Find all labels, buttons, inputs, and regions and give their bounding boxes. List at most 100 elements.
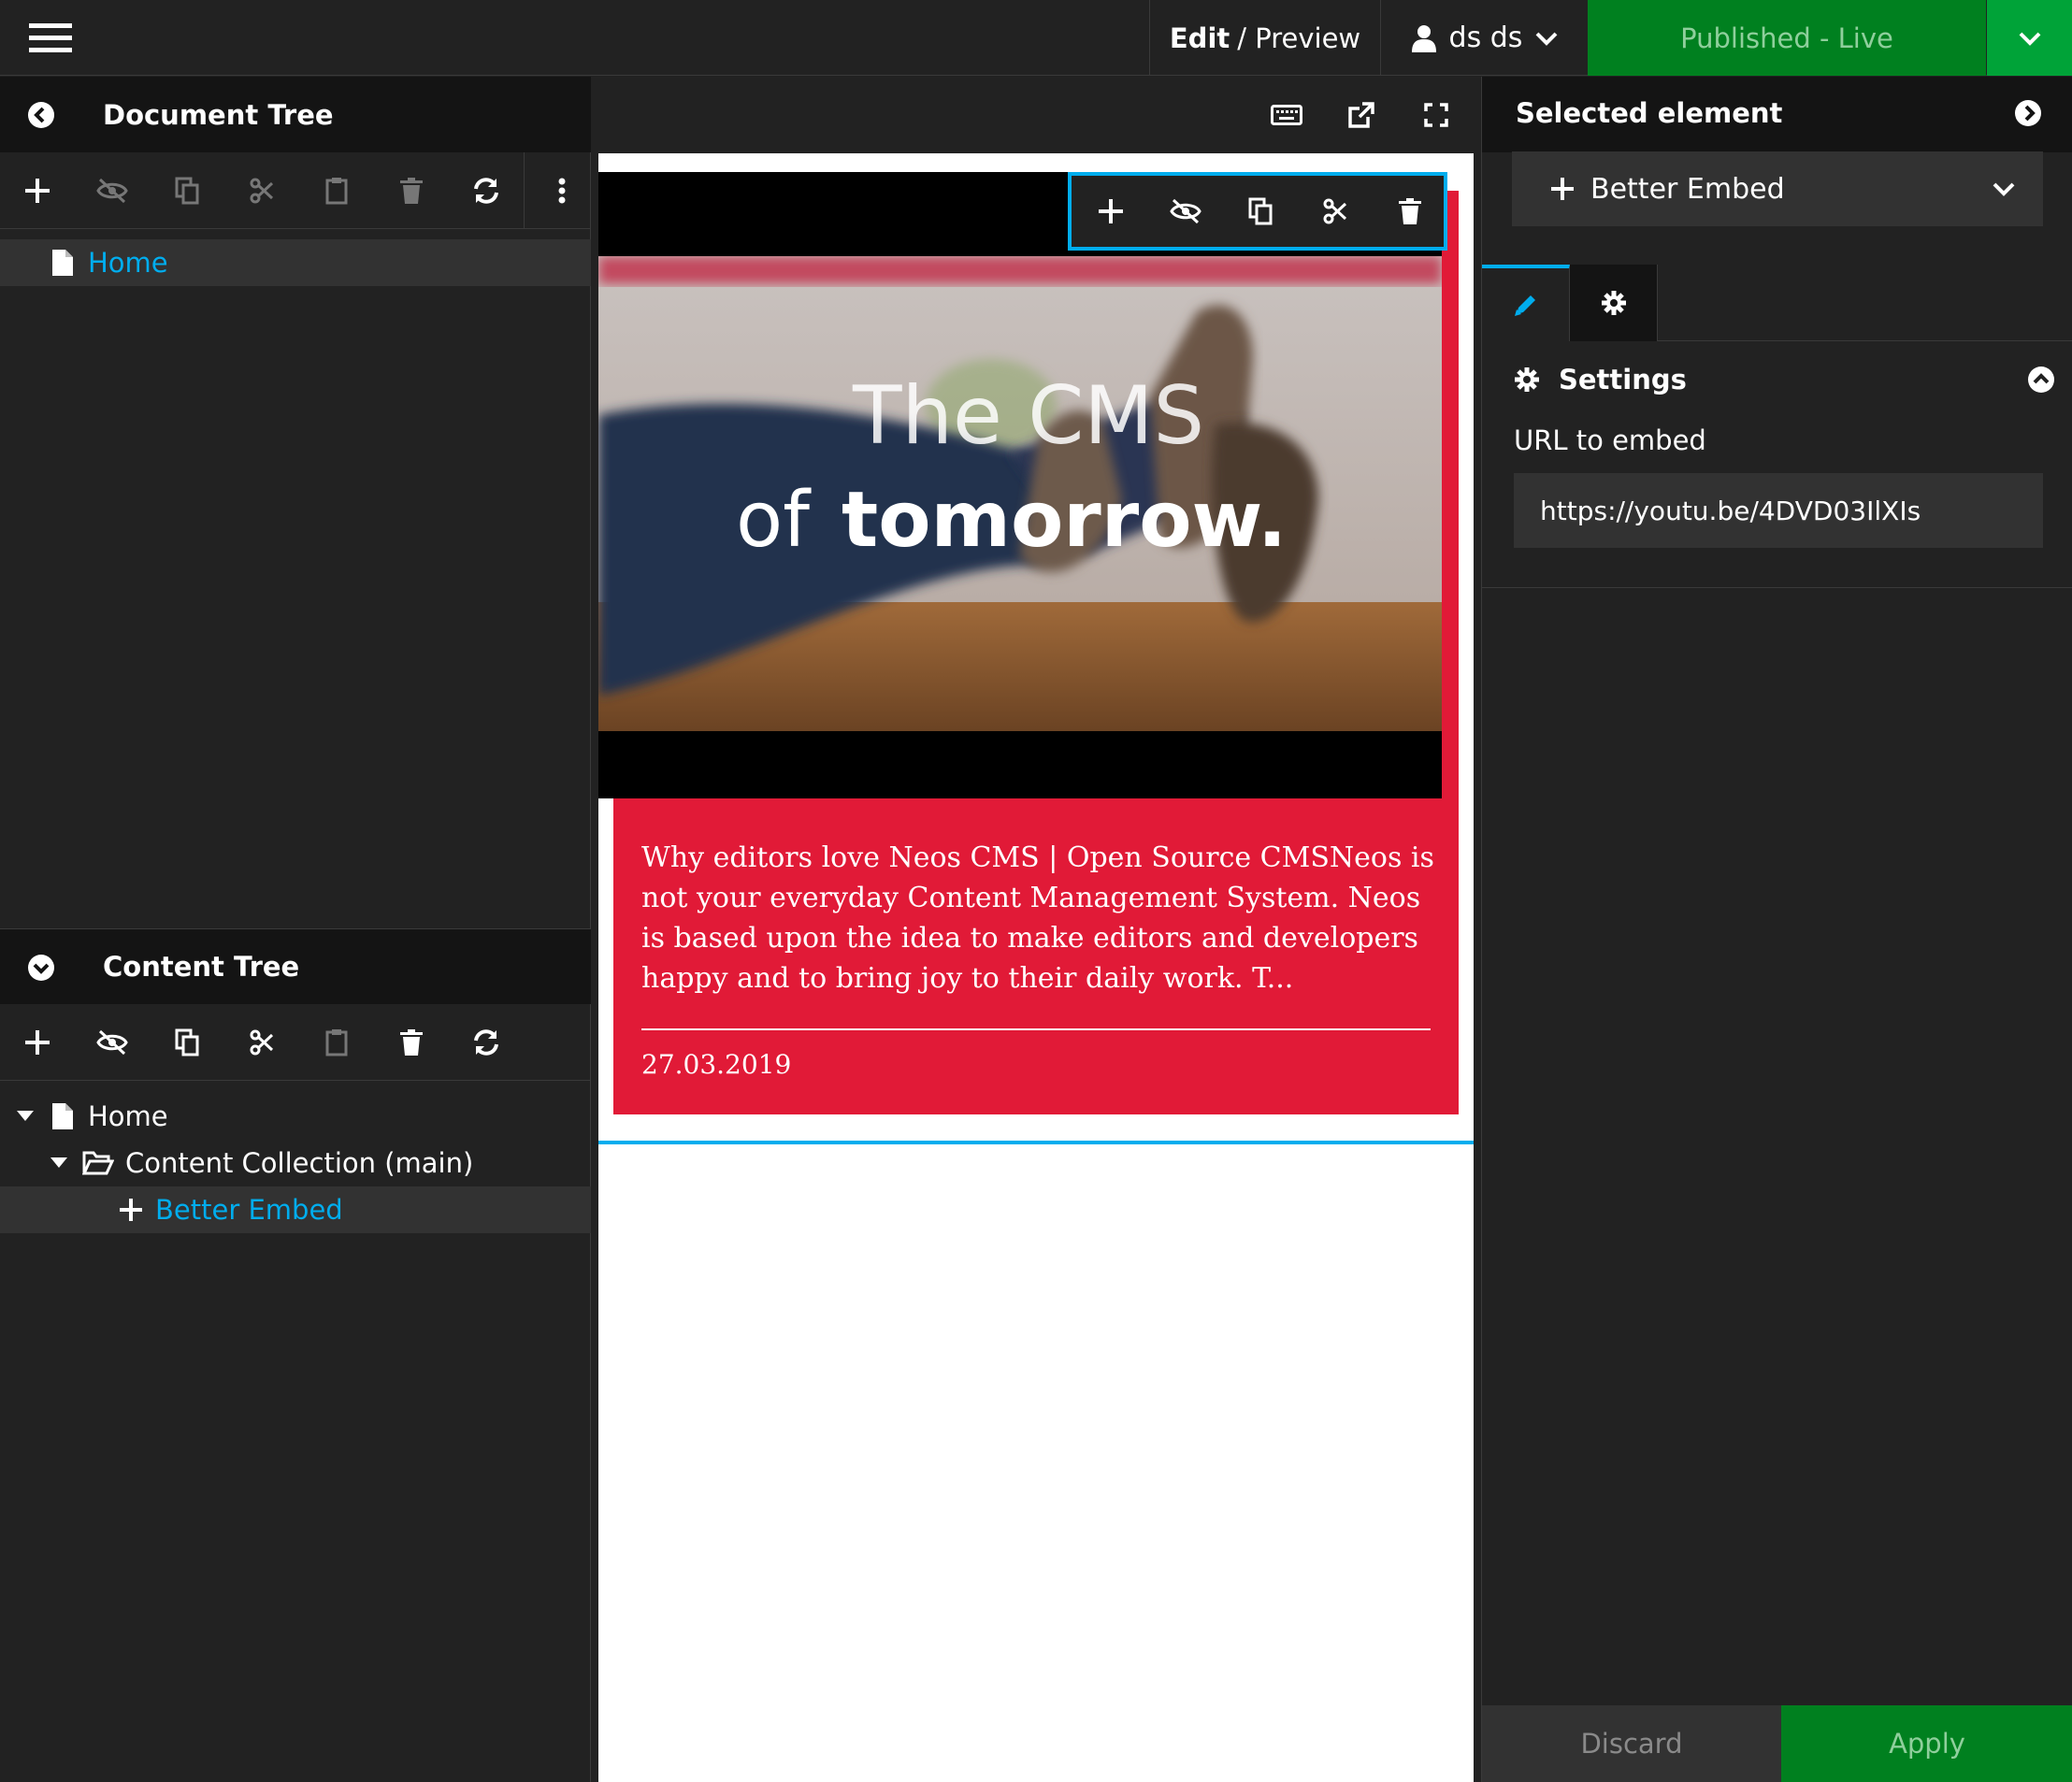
- delete-node-button[interactable]: [374, 152, 449, 229]
- file-icon: [52, 250, 73, 276]
- content-tree-item-home[interactable]: Home: [0, 1093, 591, 1140]
- document-tree-header: Document Tree: [0, 77, 591, 152]
- inspector-title: Selected element: [1516, 97, 1783, 129]
- url-input[interactable]: [1514, 473, 2043, 548]
- tree-item-label: Content Collection (main): [125, 1147, 474, 1179]
- cut-content-button[interactable]: [224, 1004, 299, 1081]
- card-divider: [641, 1028, 1431, 1030]
- user-name: ds ds: [1448, 22, 1523, 54]
- content-tree-title: Content Tree: [103, 951, 300, 983]
- chevron-down-icon: [2019, 31, 2041, 46]
- menu-button[interactable]: [0, 0, 101, 76]
- paste-content-button[interactable]: [299, 1004, 374, 1081]
- plus-icon: [25, 179, 50, 203]
- content-canvas: The CMS of tomorrow. Why editors love Ne…: [598, 153, 1474, 1782]
- ellipsis-vertical-icon: [558, 178, 566, 204]
- node-type-label: Better Embed: [1590, 172, 1785, 206]
- settings-group-label: Settings: [1559, 364, 1687, 395]
- discard-label: Discard: [1580, 1728, 1683, 1760]
- scissors-icon: [1323, 198, 1347, 224]
- element-cut-button[interactable]: [1298, 176, 1373, 247]
- tree-item-label: Home: [88, 1100, 168, 1132]
- plus-icon: [1551, 178, 1574, 200]
- file-icon: [52, 1103, 73, 1129]
- copy-icon: [175, 177, 199, 205]
- content-collection-outline: [598, 1141, 1474, 1144]
- copy-node-button[interactable]: [150, 152, 224, 229]
- user-menu[interactable]: ds ds: [1382, 0, 1588, 76]
- collapse-down-icon[interactable]: [28, 955, 54, 981]
- tab-content[interactable]: [1482, 265, 1570, 341]
- plus-icon: [120, 1199, 142, 1221]
- delete-content-button[interactable]: [374, 1004, 449, 1081]
- trash-icon: [400, 178, 423, 204]
- gear-icon: [1601, 290, 1627, 316]
- tree-item-label: Home: [88, 247, 168, 279]
- copy-content-button[interactable]: [150, 1004, 224, 1081]
- collapse-right-icon[interactable]: [2015, 100, 2041, 126]
- edit-mode-label: Edit: [1169, 22, 1230, 54]
- add-content-button[interactable]: [0, 1004, 75, 1081]
- element-add-button[interactable]: [1073, 176, 1148, 247]
- collapse-left-icon[interactable]: [28, 102, 54, 128]
- document-tree-toolbar: [0, 152, 591, 229]
- settings-group-header[interactable]: Settings: [1482, 342, 2072, 417]
- copy-icon: [1248, 197, 1273, 225]
- inspector-header: Selected element: [1482, 77, 2072, 152]
- trash-icon: [400, 1029, 423, 1056]
- eye-slash-icon: [95, 1029, 129, 1056]
- apply-button[interactable]: Apply: [1781, 1705, 2072, 1782]
- copy-icon: [175, 1028, 199, 1056]
- paste-node-button[interactable]: [299, 152, 374, 229]
- hide-content-button[interactable]: [75, 1004, 150, 1081]
- content-tree-toolbar: [0, 1004, 591, 1081]
- left-sidebar: Document Tree Home Content Tree Home Con…: [0, 77, 591, 1782]
- eye-slash-icon: [1169, 198, 1202, 224]
- video-embed[interactable]: The CMS of tomorrow.: [598, 172, 1442, 798]
- refresh-icon: [472, 1028, 500, 1056]
- eye-slash-icon: [95, 178, 129, 204]
- keyboard-shortcuts-button[interactable]: [1249, 77, 1324, 152]
- clipboard-icon: [325, 177, 348, 205]
- video-thumbnail: The CMS of tomorrow.: [598, 256, 1442, 731]
- discard-button[interactable]: Discard: [1482, 1705, 1781, 1782]
- card-description: Why editors love Neos CMS | Open Source …: [641, 841, 1434, 995]
- tab-settings[interactable]: [1570, 265, 1658, 341]
- preview-mode-label: / Preview: [1237, 22, 1361, 54]
- caret-down-icon[interactable]: [50, 1157, 67, 1169]
- refresh-icon: [472, 177, 500, 205]
- fullscreen-button[interactable]: [1399, 77, 1474, 152]
- publish-button[interactable]: Published - Live: [1588, 0, 1986, 76]
- cut-node-button[interactable]: [224, 152, 299, 229]
- edit-preview-button[interactable]: Edit / Preview: [1149, 0, 1381, 76]
- plus-icon: [1099, 199, 1123, 223]
- element-delete-button[interactable]: [1373, 176, 1447, 247]
- refresh-content-button[interactable]: [449, 1004, 524, 1081]
- better-embed-element[interactable]: The CMS of tomorrow. Why editors love Ne…: [598, 163, 1473, 1152]
- more-options-button[interactable]: [524, 152, 598, 229]
- chevron-down-icon: [1993, 181, 2015, 196]
- trash-icon: [1399, 198, 1421, 224]
- video-title-bold: tomorrow.: [842, 476, 1287, 565]
- chevron-down-icon: [1535, 31, 1558, 46]
- hamburger-icon: [29, 22, 72, 53]
- collapse-up-icon[interactable]: [2028, 366, 2054, 393]
- canvas-toolbar: [1249, 77, 1474, 152]
- element-copy-button[interactable]: [1223, 176, 1298, 247]
- content-tree-item-collection[interactable]: Content Collection (main): [0, 1140, 591, 1186]
- expand-icon: [1424, 102, 1448, 127]
- refresh-tree-button[interactable]: [449, 152, 524, 229]
- hide-node-button[interactable]: [75, 152, 150, 229]
- node-type-select[interactable]: Better Embed: [1512, 151, 2043, 226]
- caret-down-icon[interactable]: [17, 1111, 34, 1122]
- element-hide-button[interactable]: [1148, 176, 1223, 247]
- user-icon: [1411, 24, 1436, 52]
- content-tree-item-better-embed[interactable]: Better Embed: [0, 1186, 591, 1233]
- open-external-button[interactable]: [1324, 77, 1399, 152]
- element-toolbar: [1068, 172, 1447, 251]
- plus-icon: [25, 1030, 50, 1055]
- tree-item-home[interactable]: Home: [0, 239, 591, 286]
- publish-dropdown-button[interactable]: [1987, 0, 2072, 76]
- add-node-button[interactable]: [0, 152, 75, 229]
- tree-item-label: Better Embed: [155, 1194, 343, 1226]
